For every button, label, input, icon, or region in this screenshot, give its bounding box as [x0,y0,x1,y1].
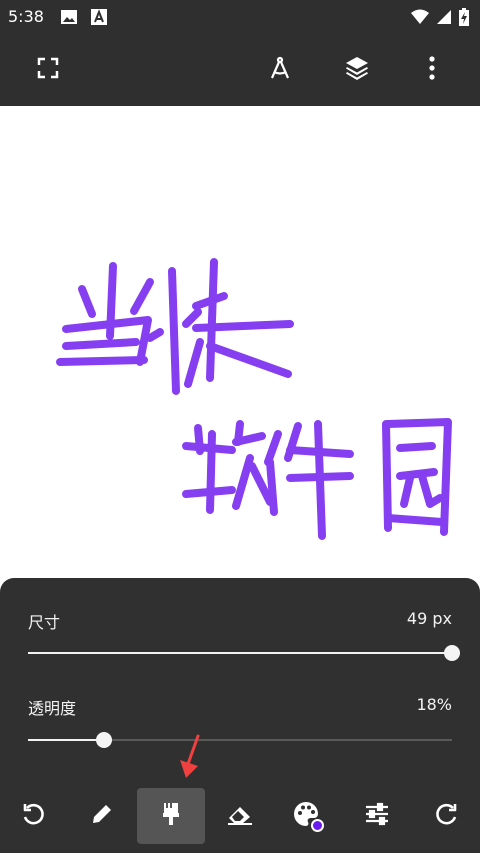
opacity-slider-thumb[interactable] [96,732,113,748]
app-notification-icon [90,8,108,26]
opacity-label: 透明度 [28,699,77,718]
wifi-icon [410,8,429,26]
current-color-swatch [311,819,324,832]
signal-icon [435,8,453,26]
layers-icon [344,55,370,85]
eraser-icon [226,801,254,831]
palette-icon [292,800,324,832]
brush-button[interactable] [137,788,205,844]
pencil-button[interactable] [68,788,136,844]
size-slider-fill [28,652,452,654]
brush-icon [160,801,182,831]
battery-charging-icon [458,8,470,26]
status-bar: 5:38 [0,0,480,34]
bottom-toolbar [0,788,480,844]
color-palette-button[interactable] [274,788,342,844]
fullscreen-icon [37,57,59,83]
more-vert-icon [428,56,436,84]
annotation-arrow-icon [180,734,200,778]
opacity-slider-fill [28,739,105,741]
eraser-button[interactable] [206,788,274,844]
redo-icon [433,801,459,831]
ruler-compass-button[interactable] [260,50,300,90]
top-toolbar [0,34,480,106]
fullscreen-button[interactable] [28,50,68,90]
undo-icon [21,801,47,831]
adjust-icon [364,802,390,830]
size-slider[interactable] [28,645,460,661]
layers-button[interactable] [337,50,377,90]
size-value: 49 px [406,609,452,628]
pencil-icon [89,801,115,831]
image-icon [60,8,78,26]
size-slider-thumb[interactable] [444,645,460,661]
more-options-button[interactable] [412,50,452,90]
undo-button[interactable] [0,788,68,844]
opacity-slider[interactable] [28,732,452,748]
redo-button[interactable] [412,788,480,844]
opacity-value: 18% [416,695,452,714]
status-time: 5:38 [8,7,44,26]
handwriting-strokes [56,258,452,540]
size-label: 尺寸 [28,613,61,632]
adjustments-button[interactable] [343,788,411,844]
compass-icon [268,56,292,84]
